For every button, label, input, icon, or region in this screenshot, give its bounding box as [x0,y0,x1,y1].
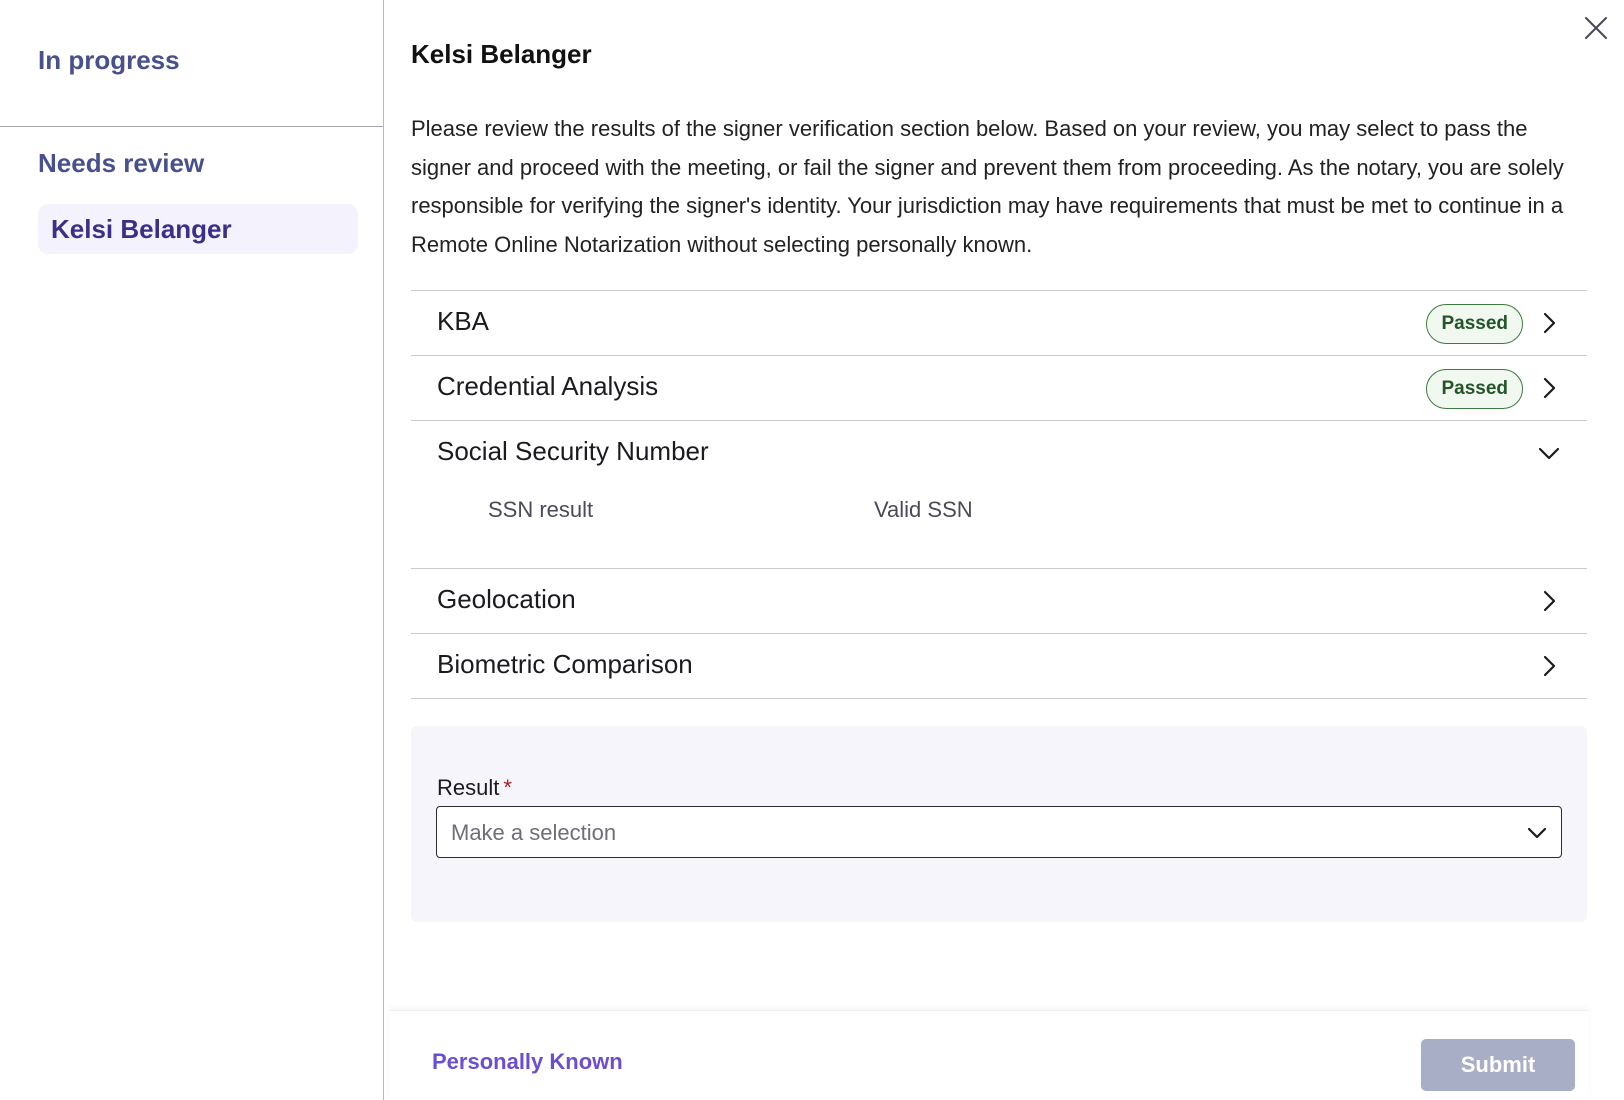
chevron-down-icon [1527,827,1547,839]
result-field-label: Result * [437,775,512,801]
status-badge: Passed [1426,304,1523,344]
verification-review-modal: In progress Needs review Kelsi Belanger … [0,0,1624,1100]
ssn-result-label: SSN result [488,497,594,522]
section-title: Geolocation [437,584,576,614]
chevron-right-icon [1543,312,1556,334]
close-icon [1585,17,1607,39]
chevron-right-icon [1543,590,1556,612]
result-label-text: Result [437,775,500,800]
result-select-placeholder: Make a selection [451,820,617,845]
chevron-right-icon [1543,655,1556,677]
personally-known-link[interactable]: Personally Known [432,1049,623,1075]
section-geolocation[interactable]: Geolocation [411,569,1587,634]
required-marker: * [503,775,512,800]
verification-sections: KBA Passed Credential Analysis Passed So… [411,290,1587,699]
section-kba[interactable]: KBA Passed [411,291,1587,356]
status-badge: Passed [1426,369,1523,409]
signer-sidebar: In progress Needs review Kelsi Belanger [0,0,384,1100]
section-biometric-comparison[interactable]: Biometric Comparison [411,634,1587,699]
result-panel: Result * Make a selection [411,726,1587,922]
section-credential-analysis[interactable]: Credential Analysis Passed [411,356,1587,421]
section-title: Credential Analysis [437,371,659,401]
in-progress-heading: In progress [38,45,180,75]
ssn-result-value: Valid SSN [874,497,973,522]
review-instructions: Please review the results of the signer … [411,116,1564,257]
chevron-down-icon [1538,447,1560,460]
sidebar-item-kelsi-belanger[interactable]: Kelsi Belanger [38,204,358,254]
modal-footer: Personally Known Submit [389,1010,1589,1100]
chevron-right-icon [1543,377,1556,399]
section-title: Social Security Number [437,436,709,466]
result-select[interactable]: Make a selection [436,806,1562,858]
section-title: Biometric Comparison [437,649,693,679]
section-title: KBA [437,306,490,336]
section-social-security-number[interactable]: Social Security Number SSN result Valid … [411,421,1587,569]
needs-review-heading: Needs review [38,148,205,178]
close-button[interactable] [1580,12,1612,44]
submit-button[interactable]: Submit [1421,1039,1575,1091]
page-title: Kelsi Belanger [411,39,592,69]
